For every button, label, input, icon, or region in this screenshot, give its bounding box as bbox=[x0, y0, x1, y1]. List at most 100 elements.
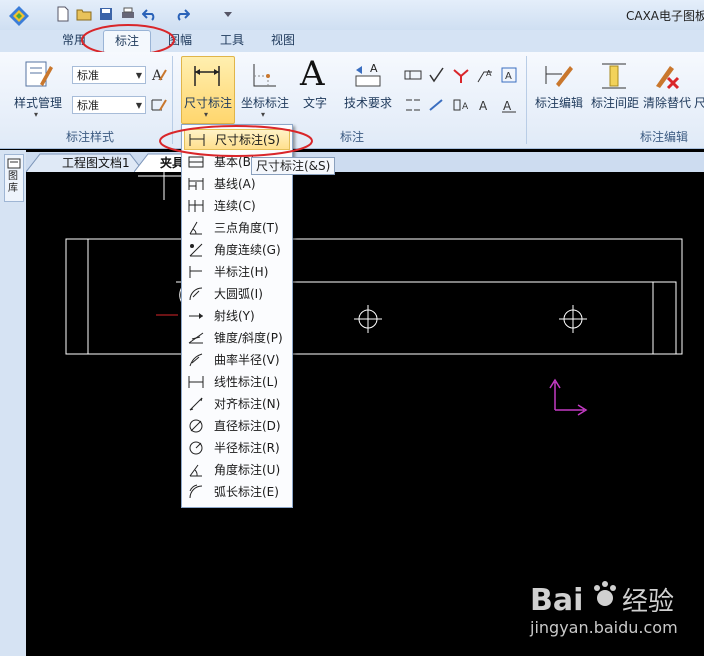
angle-continuous-icon bbox=[189, 243, 203, 256]
tab-view[interactable]: 视图 bbox=[263, 30, 303, 52]
menu-item-label: 角度连续(G) bbox=[214, 243, 281, 257]
hole-note-icon[interactable]: A bbox=[452, 96, 470, 114]
menu-item-label: 连续(C) bbox=[214, 199, 256, 213]
tolerance-frame-icon[interactable] bbox=[404, 66, 422, 84]
svg-text:经验: 经验 bbox=[622, 587, 674, 617]
dim-edit-label[interactable]: 标注编辑 bbox=[532, 94, 586, 111]
tech-requirement-icon[interactable]: A bbox=[352, 60, 384, 92]
hole-circle-1 bbox=[354, 305, 382, 333]
dim-spacing-icon[interactable] bbox=[598, 60, 630, 92]
dim-style-icon[interactable] bbox=[150, 96, 168, 114]
group-separator bbox=[526, 56, 527, 144]
menu-item-three-point-angle[interactable]: 三点角度(T) bbox=[184, 217, 290, 238]
window-title: CAXA电子图板 bbox=[626, 9, 704, 23]
menu-item-label: 半径标注(R) bbox=[214, 441, 280, 455]
menu-item-aligned[interactable]: 对齐标注(N) bbox=[184, 393, 290, 414]
baseline-icon bbox=[188, 177, 204, 190]
menu-item-baseline[interactable]: 基线(A) bbox=[184, 173, 290, 194]
menu-item-label: 弧长标注(E) bbox=[214, 485, 279, 499]
taper-icon bbox=[188, 332, 204, 343]
text-style-icon[interactable]: A bbox=[150, 66, 168, 84]
dim-style-combo[interactable]: 标准 ▼ bbox=[72, 96, 146, 114]
dimension-dropdown-menu: 尺寸标注(S) 基本(B) 基线(A) 连续(C) 三点角度(T) 角度连续(G) 半标注(… bbox=[181, 124, 293, 508]
dimension-arrow-icon[interactable]: ▾ bbox=[204, 110, 208, 119]
customize-toolbar-icon[interactable] bbox=[220, 6, 236, 22]
menu-item-radius[interactable]: 半径标注(R) bbox=[184, 437, 290, 458]
centerline-icon[interactable] bbox=[404, 96, 422, 114]
new-file-icon[interactable] bbox=[55, 6, 71, 22]
menu-item-ray[interactable]: 射线(Y) bbox=[184, 305, 290, 326]
side-panel-strip bbox=[0, 150, 26, 656]
text-style-a-icon[interactable]: A bbox=[500, 96, 518, 114]
leader-icon[interactable] bbox=[428, 96, 446, 114]
svg-text:A: A bbox=[370, 62, 378, 75]
svg-text:Bai: Bai bbox=[530, 583, 583, 618]
menu-item-large-arc[interactable]: 大圆弧(I) bbox=[184, 283, 290, 304]
text-box-icon[interactable]: A bbox=[500, 66, 518, 84]
style-manage-label[interactable]: 样式管理 bbox=[10, 94, 66, 111]
hole-circle-2 bbox=[559, 305, 587, 333]
baidu-jingyan-logo: Bai 经验 bbox=[530, 581, 674, 618]
menu-item-linear[interactable]: 线性标注(L) bbox=[184, 371, 290, 392]
tab-tools[interactable]: 工具 bbox=[212, 30, 252, 52]
roughness-icon[interactable] bbox=[428, 66, 446, 84]
text-style-combo[interactable]: 标准 ▼ bbox=[72, 66, 146, 84]
menu-item-label: 基线(A) bbox=[214, 177, 256, 191]
coordinate-arrow-icon[interactable]: ▾ bbox=[261, 110, 265, 119]
menu-item-curvature[interactable]: 曲率半径(V) bbox=[184, 349, 290, 370]
document-tab-bar: 工程图文档1 夹具 bbox=[26, 152, 704, 172]
menu-item-angle-continuous[interactable]: 角度连续(G) bbox=[184, 239, 290, 260]
ray-icon bbox=[189, 312, 203, 319]
library-side-label: 图库 bbox=[8, 171, 18, 194]
group-label-style: 标注样式 bbox=[65, 130, 114, 144]
clear-override-label[interactable]: 清除替代 bbox=[640, 94, 694, 111]
menu-item-label: 射线(Y) bbox=[214, 309, 255, 323]
weld-icon[interactable]: A bbox=[476, 66, 494, 84]
menu-item-taper[interactable]: 锥度/斜度(P) bbox=[184, 327, 290, 348]
angle-icon bbox=[189, 464, 202, 476]
diameter-icon bbox=[189, 419, 203, 432]
ribbon-cutoff-label[interactable]: 尺 bbox=[694, 94, 704, 111]
half-dim-icon bbox=[189, 265, 202, 278]
menu-item-half-dim[interactable]: 半标注(H) bbox=[184, 261, 290, 282]
svg-text:A: A bbox=[462, 102, 469, 112]
library-side-button[interactable]: 图库 bbox=[4, 154, 24, 202]
dim-spacing-label[interactable]: 标注间距 bbox=[588, 94, 642, 111]
dimension-label[interactable]: 尺寸标注 bbox=[181, 94, 235, 111]
watermark-url: jingyan.baidu.com bbox=[530, 618, 678, 637]
datum-icon[interactable] bbox=[452, 66, 470, 84]
dimension-big-icon[interactable] bbox=[191, 60, 223, 92]
menu-item-arc-length[interactable]: 弧长标注(E) bbox=[184, 481, 290, 502]
menu-item-diameter[interactable]: 直径标注(D) bbox=[184, 415, 290, 436]
clear-override-icon[interactable] bbox=[650, 60, 682, 92]
caxa-logo-icon[interactable] bbox=[8, 5, 30, 27]
style-manage-arrow-icon[interactable]: ▾ bbox=[34, 110, 38, 119]
dim-style-value: 标准 bbox=[77, 99, 99, 112]
menu-item-continuous[interactable]: 连续(C) bbox=[184, 195, 290, 216]
style-manage-icon[interactable] bbox=[22, 58, 54, 90]
crosshair-cursor bbox=[138, 172, 186, 200]
text-style-value: 标准 bbox=[77, 69, 99, 82]
linear-icon bbox=[188, 375, 204, 388]
curvature-icon bbox=[189, 353, 203, 366]
group-label-edit: 标注编辑 bbox=[640, 130, 689, 144]
coordinate-dim-label[interactable]: 坐标标注 bbox=[238, 94, 292, 111]
outer-outline bbox=[65, 238, 683, 355]
svg-text:A: A bbox=[479, 99, 488, 113]
dim-edit-icon[interactable] bbox=[542, 60, 574, 92]
menu-item-label: 大圆弧(I) bbox=[214, 287, 263, 301]
large-arc-icon bbox=[189, 287, 203, 300]
menu-item-label: 三点角度(T) bbox=[214, 221, 279, 235]
arc-length-icon bbox=[189, 484, 203, 498]
text-a-icon[interactable]: A bbox=[300, 54, 325, 94]
tech-requirement-label[interactable]: 技术要求 bbox=[340, 94, 396, 111]
doc-tab-drawing1[interactable]: 工程图文档1 bbox=[62, 154, 130, 172]
highlight-ellipse-menu bbox=[159, 125, 313, 157]
symbol-icon[interactable]: A bbox=[476, 96, 494, 114]
continuous-icon bbox=[188, 199, 204, 212]
coordinate-dim-icon[interactable] bbox=[248, 60, 280, 92]
menu-item-angle[interactable]: 角度标注(U) bbox=[184, 459, 290, 480]
menu-item-label: 锥度/斜度(P) bbox=[214, 331, 283, 345]
svg-text:A: A bbox=[503, 99, 512, 113]
text-label[interactable]: 文字 bbox=[298, 94, 332, 111]
